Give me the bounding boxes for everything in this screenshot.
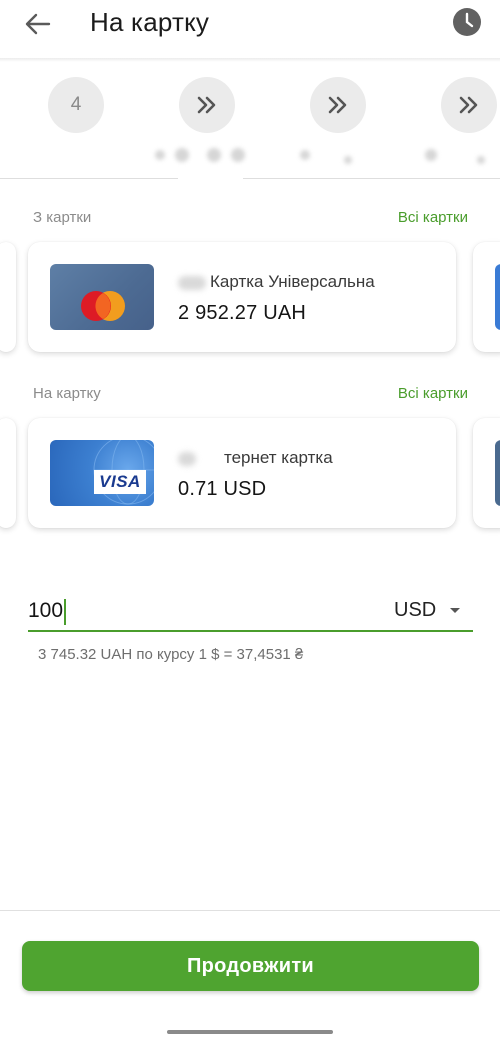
back-button[interactable] (20, 6, 56, 42)
card-thumbnail: VISA (50, 440, 154, 506)
card-name: Картка Універсальна (178, 272, 375, 292)
card-balance: 0.71 USD (178, 478, 267, 500)
blurred-prefix (178, 451, 196, 466)
visa-logo: VISA (94, 470, 146, 494)
amount-field: USD (28, 588, 473, 634)
currency-select[interactable]: USD (394, 594, 473, 626)
from-card[interactable]: Картка Універсальна 2 952.27 UAH (28, 242, 456, 352)
divider (243, 178, 500, 179)
to-all-cards-link[interactable]: Всі картки (398, 385, 468, 402)
prev-card-peek[interactable] (0, 242, 16, 352)
currency-value: USD (394, 598, 437, 621)
card-thumbnail (50, 264, 154, 330)
from-card-label: З картки (33, 209, 92, 226)
card-name: тернет картка (178, 448, 333, 468)
exchange-rate-note: 3 745.32 UAH по курсу 1 $ = 37,4531 ₴ (38, 646, 304, 663)
recent-recipient-1[interactable]: 4 (48, 77, 104, 133)
clock-icon (453, 8, 481, 36)
next-card-peek[interactable] (473, 242, 500, 352)
app-header: На картку (0, 0, 500, 58)
recent-recipient-4[interactable] (441, 77, 497, 133)
amount-underline (28, 630, 473, 632)
blurred-recipient-name (300, 146, 352, 164)
double-chevron-icon (197, 96, 216, 114)
next-card-peek[interactable] (473, 418, 500, 528)
double-chevron-icon (459, 96, 478, 114)
page-title: На картку (90, 7, 210, 37)
recent-recipient-number: 4 (70, 94, 82, 115)
divider (0, 178, 178, 179)
transfer-screen: На картку 4 З картки Всі картки Картка У… (0, 0, 500, 1044)
blurred-recipient-name (155, 146, 245, 164)
dropdown-arrow-icon (450, 607, 461, 613)
back-arrow-icon (25, 13, 51, 35)
blurred-recipient-name (425, 146, 485, 164)
continue-button[interactable]: Продовжити (22, 941, 479, 991)
text-caret (64, 599, 66, 625)
mastercard-logo-icon (81, 291, 125, 321)
double-chevron-icon (328, 96, 347, 114)
amount-input[interactable] (28, 594, 358, 628)
from-all-cards-link[interactable]: Всі картки (398, 209, 468, 226)
recent-recipient-3[interactable] (310, 77, 366, 133)
to-card[interactable]: VISA тернет картка 0.71 USD (28, 418, 456, 528)
recent-recipient-2[interactable] (179, 77, 235, 133)
prev-card-peek[interactable] (0, 418, 16, 528)
recent-recipients: 4 (0, 62, 500, 180)
to-card-label: На картку (33, 385, 101, 402)
bottom-divider (0, 910, 500, 911)
history-button[interactable] (452, 7, 482, 37)
card-balance: 2 952.27 UAH (178, 302, 307, 324)
home-indicator[interactable] (167, 1030, 333, 1034)
blurred-prefix (178, 275, 206, 290)
